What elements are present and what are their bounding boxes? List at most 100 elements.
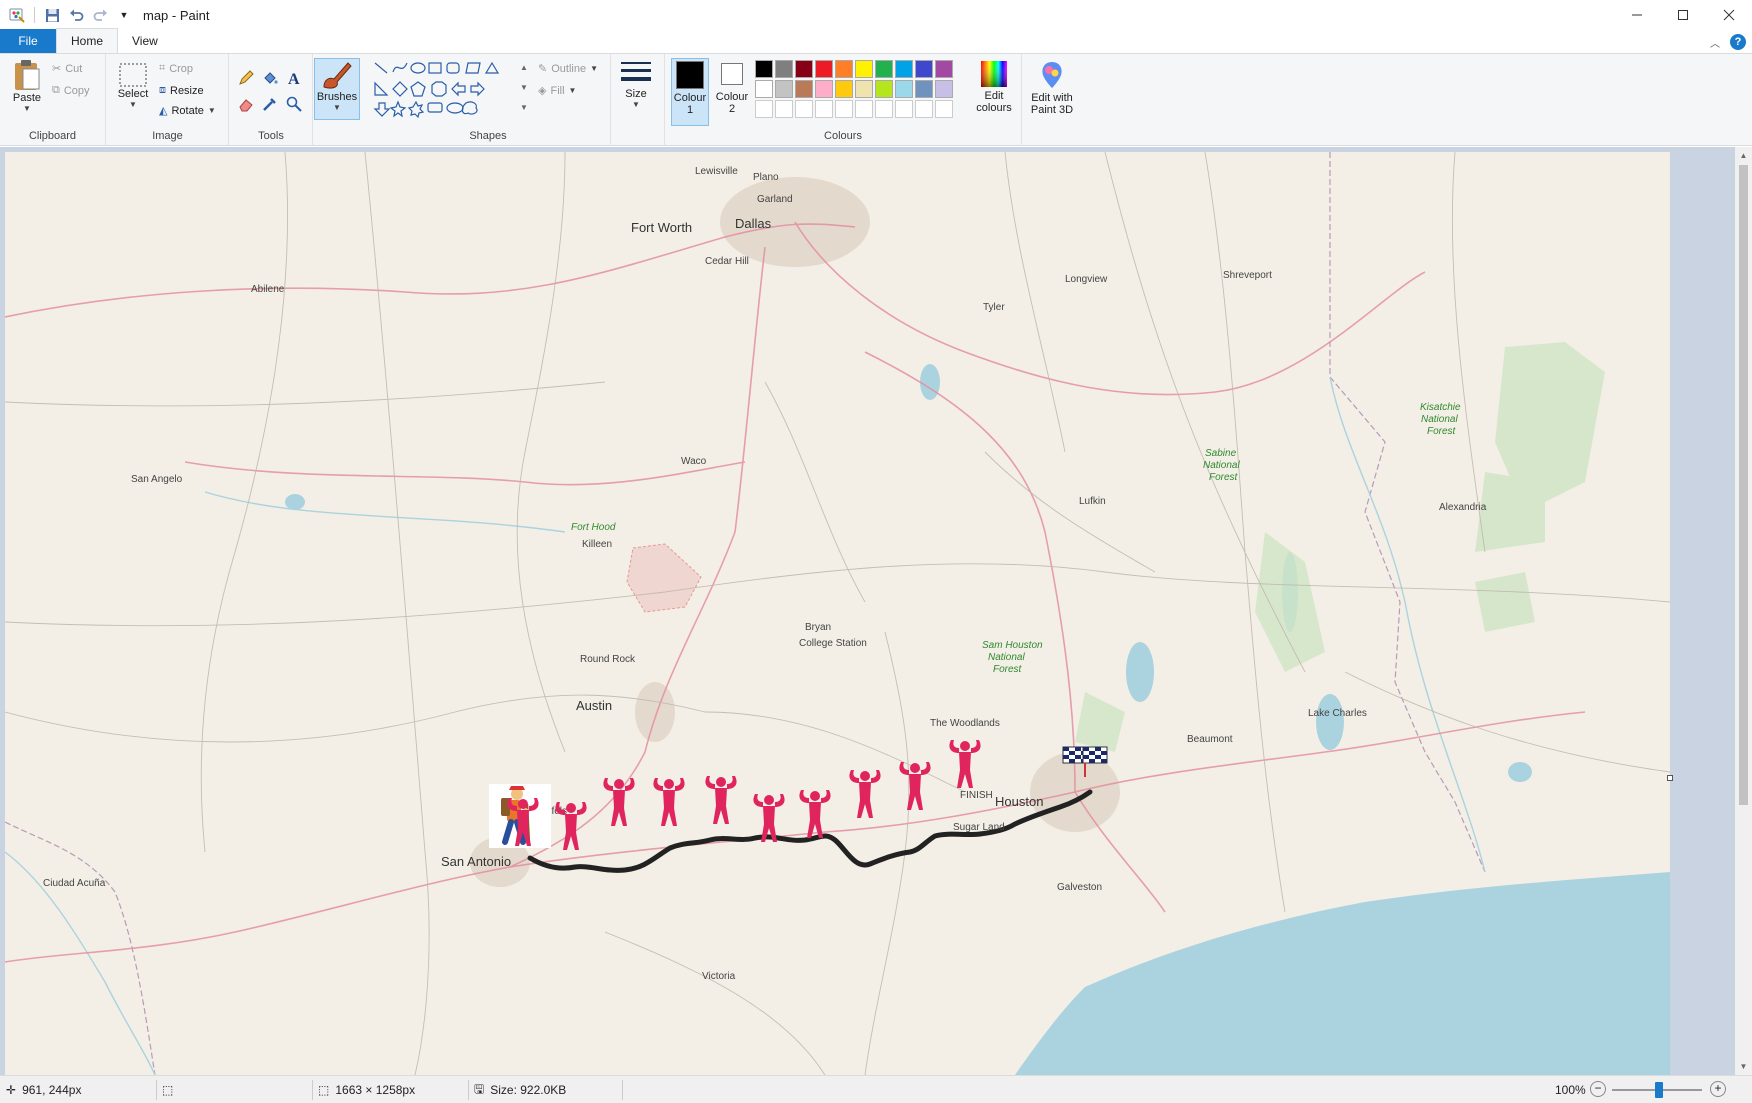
quick-access-toolbar: ▼	[0, 6, 133, 24]
map-label: Plano	[753, 172, 779, 183]
redo-icon[interactable]	[91, 6, 109, 24]
palette-swatch[interactable]	[935, 100, 953, 118]
select-button[interactable]: Select ▼	[115, 62, 151, 109]
eraser-icon[interactable]	[238, 96, 254, 112]
palette-swatch[interactable]	[775, 100, 793, 118]
shapes-group-label: Shapes	[469, 130, 507, 142]
image-dimensions-icon: ⬚	[318, 1083, 330, 1097]
palette-swatch[interactable]	[915, 100, 933, 118]
map-label: Sam Houston	[982, 640, 1043, 651]
palette-swatch[interactable]	[875, 100, 893, 118]
magnifier-icon[interactable]	[286, 96, 302, 112]
colour-picker-icon[interactable]	[262, 96, 278, 112]
pencil-icon[interactable]	[238, 70, 254, 86]
paint-app-icon[interactable]	[8, 6, 26, 24]
crop-button[interactable]: ⌗ Crop	[159, 62, 193, 75]
map-label: Sabine	[1205, 448, 1237, 459]
map-label: FINISH	[960, 790, 993, 801]
tab-file[interactable]: File	[0, 29, 56, 53]
zoom-out-icon[interactable]: −	[1590, 1081, 1606, 1097]
palette-swatch[interactable]	[815, 100, 833, 118]
size-button[interactable]: Size ▼	[618, 60, 654, 109]
edit-colours-button[interactable]: Edit colours	[971, 60, 1017, 114]
copy-button[interactable]: ⧉ Copy	[52, 84, 90, 97]
undo-icon[interactable]	[67, 6, 85, 24]
vertical-scrollbar[interactable]: ▲ ▼	[1735, 147, 1752, 1075]
map-label: Killeen	[582, 539, 612, 550]
save-icon[interactable]	[43, 6, 61, 24]
palette-swatch[interactable]	[795, 100, 813, 118]
line-size-icon	[621, 62, 651, 81]
shapes-gallery[interactable]: ▲ ▼ ▼	[372, 60, 532, 122]
colour1-button[interactable]: Colour 1	[671, 58, 709, 126]
text-icon[interactable]: A	[286, 70, 302, 86]
palette-swatch[interactable]	[855, 60, 873, 78]
map-label: Alexandria	[1439, 502, 1487, 513]
map-label: Forest	[1427, 426, 1457, 437]
map-label: San Antonio	[441, 854, 511, 869]
palette-swatch[interactable]	[895, 80, 913, 98]
map-label: Longview	[1065, 274, 1108, 285]
colour2-swatch	[721, 63, 743, 85]
palette-swatch[interactable]	[755, 60, 773, 78]
colour1-swatch	[676, 61, 704, 89]
map-label: Fort Worth	[631, 220, 692, 235]
palette-swatch[interactable]	[915, 60, 933, 78]
edit-with-paint3d-button[interactable]: Edit with Paint 3D	[1026, 60, 1078, 116]
palette-swatch[interactable]	[775, 80, 793, 98]
zoom-in-icon[interactable]: +	[1710, 1081, 1726, 1097]
file-size-icon: 🖫	[474, 1081, 485, 1096]
map-label: Beaumont	[1187, 734, 1233, 745]
help-icon[interactable]: ?	[1730, 34, 1746, 50]
palette-swatch[interactable]	[835, 60, 853, 78]
palette-swatch[interactable]	[895, 100, 913, 118]
palette-swatch[interactable]	[935, 60, 953, 78]
palette-swatch[interactable]	[855, 80, 873, 98]
outline-dropdown[interactable]: ✎ Outline ▼	[538, 62, 598, 76]
map-label: Forest	[993, 664, 1023, 675]
scroll-down-icon[interactable]: ▼	[1735, 1058, 1752, 1075]
palette-swatch[interactable]	[815, 60, 833, 78]
palette-swatch[interactable]	[935, 80, 953, 98]
brushes-button[interactable]: Brushes ▼	[314, 58, 360, 120]
palette-swatch[interactable]	[775, 60, 793, 78]
fill-dropdown[interactable]: ◈ Fill ▼	[538, 84, 576, 98]
palette-swatch[interactable]	[855, 100, 873, 118]
svg-text:▲: ▲	[520, 63, 528, 72]
close-icon[interactable]	[1706, 0, 1752, 30]
map-label: National	[1421, 414, 1458, 425]
resize-icon: ⧈	[159, 84, 166, 96]
canvas-resize-handle-right[interactable]	[1667, 775, 1673, 781]
palette-swatch[interactable]	[815, 80, 833, 98]
fill-bucket-icon[interactable]	[262, 70, 278, 86]
cut-button[interactable]: ✂ Cut	[52, 62, 82, 76]
palette-swatch[interactable]	[895, 60, 913, 78]
colour2-button[interactable]: Colour 2	[713, 58, 751, 126]
drawing-canvas[interactable]: Lewisville Plano Garland Fort Worth Dallas Ce…	[5, 152, 1670, 1075]
tab-home[interactable]: Home	[56, 28, 119, 53]
palette-swatch[interactable]	[795, 80, 813, 98]
palette-swatch[interactable]	[755, 100, 773, 118]
minimize-icon[interactable]	[1614, 0, 1660, 30]
palette-swatch[interactable]	[795, 60, 813, 78]
paste-button[interactable]: Paste ▼	[10, 58, 44, 113]
tab-view[interactable]: View	[118, 29, 172, 53]
palette-swatch[interactable]	[835, 100, 853, 118]
maximize-icon[interactable]	[1660, 0, 1706, 30]
resize-button[interactable]: ⧈ Resize	[159, 84, 204, 97]
strongman-icon	[899, 762, 931, 810]
cursor-position: 961, 244px	[22, 1083, 82, 1097]
collapse-ribbon-icon[interactable]: ︿	[1710, 35, 1720, 50]
map-label: Sugar Land	[953, 822, 1005, 833]
palette-swatch[interactable]	[875, 80, 893, 98]
map-label: The Woodlands	[930, 718, 1000, 729]
customize-toolbar-icon[interactable]: ▼	[115, 6, 133, 24]
palette-swatch[interactable]	[875, 60, 893, 78]
scroll-up-icon[interactable]: ▲	[1735, 147, 1752, 164]
palette-swatch[interactable]	[755, 80, 773, 98]
palette-swatch[interactable]	[835, 80, 853, 98]
scrollbar-thumb[interactable]	[1739, 165, 1748, 805]
rotate-button[interactable]: ◭ Rotate ▼	[159, 104, 216, 118]
palette-swatch[interactable]	[915, 80, 933, 98]
zoom-slider-thumb[interactable]	[1655, 1082, 1663, 1098]
